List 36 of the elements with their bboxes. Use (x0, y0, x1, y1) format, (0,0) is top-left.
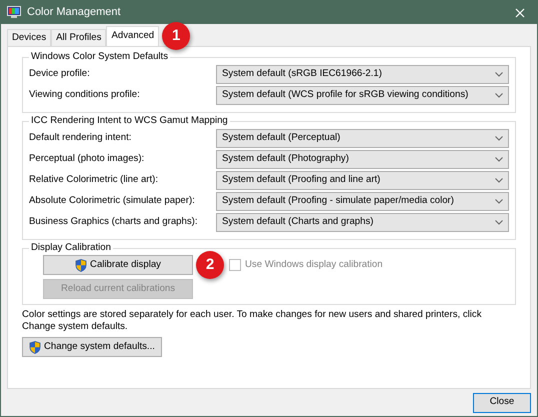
group-title: Display Calibration (29, 242, 113, 254)
button[interactable]: Calibrate display (43, 255, 193, 275)
dropdown[interactable]: System default (Perceptual) (216, 129, 509, 148)
shield-icon (29, 340, 41, 354)
dropdown[interactable]: System default (WCS profile for sRGB viewing conditions) (216, 86, 509, 105)
dropdown[interactable]: System default (Proofing - simulate paper/media color) (216, 192, 509, 211)
field-label: Device profile: (29, 67, 91, 82)
note-text: Color settings are stored separately for each user. To make changes for new users and shared printers, click Change system defaults. (22, 309, 482, 333)
dropdown[interactable]: System default (sRGB IEC61966-2.1) (216, 65, 509, 84)
group-title: Windows Color System Defaults (29, 51, 170, 63)
shield-icon (75, 258, 88, 272)
chevron-icon (495, 178, 503, 183)
chevron-icon (495, 93, 503, 98)
field-label: Viewing conditions profile: (29, 88, 141, 102)
monitor-icon (7, 6, 21, 19)
chevron-icon (495, 72, 503, 77)
chevron-icon (495, 157, 503, 162)
field-label: Business Graphics (charts and graphs): (29, 215, 198, 230)
field-label: Perceptual (photo images): (29, 152, 146, 166)
window-title: Color Management (27, 5, 121, 20)
group-title: ICC Rendering Intent to WCS Gamut Mapping (29, 115, 230, 127)
chevron-icon (495, 199, 503, 204)
tab[interactable]: Advanced (106, 26, 160, 46)
field-label: Default rendering intent: (29, 131, 132, 146)
close-button[interactable]: Close (473, 392, 531, 412)
dropdown[interactable]: System default (Proofing and line art) (216, 171, 509, 190)
chevron-icon (495, 220, 503, 225)
dropdown[interactable]: System default (Charts and graphs) (216, 213, 509, 232)
field-label: Absolute Colorimetric (simulate paper): (29, 194, 196, 208)
tab[interactable]: All Profiles (51, 29, 106, 46)
dropdown[interactable]: System default (Photography) (216, 150, 509, 169)
chevron-icon (495, 136, 503, 141)
checkbox-label: Use Windows display calibration (245, 258, 383, 272)
field-label: Relative Colorimetric (line art): (29, 173, 160, 188)
tab[interactable]: Devices (7, 29, 52, 46)
button[interactable]: Change system defaults... (22, 337, 162, 357)
